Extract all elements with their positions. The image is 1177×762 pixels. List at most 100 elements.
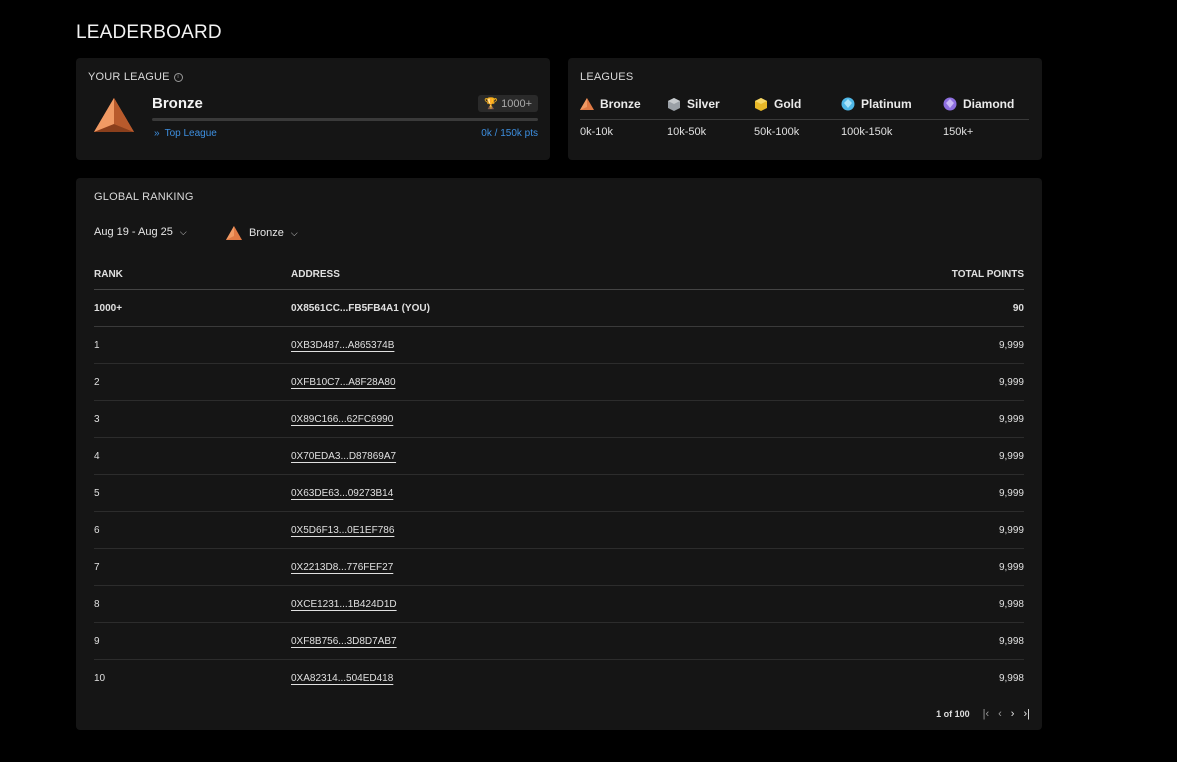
rank-badge: 🏆 1000+: [478, 95, 538, 112]
rank-cell: 2: [94, 376, 100, 388]
league-range: 0k-10k: [580, 126, 614, 138]
last-page-icon[interactable]: ›|: [1023, 708, 1030, 720]
address-link[interactable]: 0XA82314...504ED418: [291, 673, 393, 684]
bronze-league-icon: [226, 226, 242, 240]
ranking-table: RANK ADDRESS TOTAL POINTS 1000+ 0X8561CC…: [94, 260, 1024, 696]
points-cell: 9,999: [998, 413, 1024, 425]
date-range-dropdown[interactable]: Aug 19 - Aug 25 ⌵: [94, 226, 187, 238]
points-cell: 9,998: [998, 672, 1024, 684]
league-bronze: Bronze 0k-10k: [580, 96, 641, 138]
rank-cell: 1: [94, 339, 100, 351]
points-cell: 9,999: [998, 339, 1024, 351]
league-range: 50k-100k: [754, 126, 800, 138]
rank-cell: 3: [94, 413, 100, 425]
address-cell: 0XF8B756...3D8D7AB7: [291, 636, 864, 647]
address-cell: 0XCE1231...1B424D1D: [291, 599, 864, 610]
rank-cell: 1000+: [94, 302, 123, 314]
table-row: 10 0XA82314...504ED418 9,998: [94, 660, 1024, 696]
league-silver: Silver 10k-50k: [667, 96, 720, 138]
table-header: RANK ADDRESS TOTAL POINTS: [94, 260, 1024, 290]
info-icon[interactable]: i: [173, 72, 183, 82]
rank-cell: 7: [94, 561, 100, 573]
silver-league-icon: [668, 97, 680, 111]
league-progress-bar: [152, 118, 538, 121]
league-filter-value: Bronze: [249, 227, 284, 239]
address-cell: 0X89C166...62FC6990: [291, 414, 864, 425]
address-link[interactable]: 0XFB10C7...A8F28A80: [291, 377, 396, 388]
address-link[interactable]: 0X89C166...62FC6990: [291, 414, 393, 425]
league-name: Platinum: [861, 97, 912, 111]
global-ranking-label: GLOBAL RANKING: [94, 191, 194, 203]
table-row: 1 0XB3D487...A865374B 9,999: [94, 327, 1024, 364]
league-platinum: Platinum 100k-150k: [841, 96, 912, 138]
address-cell: 0X63DE63...09273B14: [291, 488, 864, 499]
column-header-address: ADDRESS: [291, 269, 340, 280]
address-link[interactable]: 0X2213D8...776FEF27: [291, 562, 393, 573]
leagues-label: LEAGUES: [580, 71, 634, 83]
pagination: 1 of 100 |‹ ‹ › ›|: [936, 708, 1030, 720]
league-name: Gold: [774, 97, 802, 111]
bronze-league-icon: [580, 98, 594, 110]
points-cell: 90: [1012, 302, 1024, 314]
double-chevron-right-icon: »: [154, 128, 160, 139]
points-cell: 9,998: [998, 598, 1024, 610]
previous-page-icon[interactable]: ‹: [998, 708, 1002, 720]
address-cell: 0XB3D487...A865374B: [291, 340, 864, 351]
league-range: 10k-50k: [667, 126, 707, 138]
rank-badge-value: 1000+: [501, 97, 532, 110]
rank-cell: 4: [94, 450, 100, 462]
points-cell: 9,999: [998, 450, 1024, 462]
table-row: 4 0X70EDA3...D87869A7 9,999: [94, 438, 1024, 475]
rank-cell: 6: [94, 524, 100, 536]
league-name: Diamond: [963, 97, 1015, 111]
league-range: 100k-150k: [841, 126, 893, 138]
address-link[interactable]: 0XCE1231...1B424D1D: [291, 599, 397, 610]
league-filter-dropdown[interactable]: Bronze ⌵: [226, 226, 298, 240]
league-name: Silver: [687, 97, 720, 111]
points-cell: 9,998: [998, 635, 1024, 647]
top-league-label: Top League: [164, 128, 217, 139]
first-page-icon[interactable]: |‹: [983, 708, 990, 720]
address-cell: 0X2213D8...776FEF27: [291, 562, 864, 573]
address-cell: 0X70EDA3...D87869A7: [291, 451, 864, 462]
gold-league-icon: [755, 97, 767, 111]
table-row: 8 0XCE1231...1B424D1D 9,998: [94, 586, 1024, 623]
page-title: LEADERBOARD: [76, 22, 222, 43]
your-league-header: YOUR LEAGUE i: [88, 71, 183, 83]
trophy-icon: 🏆: [484, 98, 499, 110]
address-cell: 0X8561CC...FB5FB4A1 (YOU): [291, 302, 430, 314]
points-cell: 9,999: [998, 524, 1024, 536]
table-row: 9 0XF8B756...3D8D7AB7 9,998: [94, 623, 1024, 660]
rank-cell: 10: [94, 672, 106, 684]
rank-cell: 9: [94, 635, 100, 647]
points-progress: 0k / 150k pts: [481, 128, 538, 139]
address-link[interactable]: 0X63DE63...09273B14: [291, 488, 393, 499]
rank-cell: 8: [94, 598, 100, 610]
your-league-label: YOUR LEAGUE: [88, 71, 170, 83]
pagination-text: 1 of 100: [936, 709, 970, 719]
table-row: 6 0X5D6F13...0E1EF786 9,999: [94, 512, 1024, 549]
address-cell: 0XA82314...504ED418: [291, 673, 864, 684]
address-link[interactable]: 0X70EDA3...D87869A7: [291, 451, 396, 462]
table-row-you: 1000+ 0X8561CC...FB5FB4A1 (YOU) 90: [94, 290, 1024, 327]
platinum-league-icon: [841, 97, 855, 111]
league-name: Bronze: [600, 97, 641, 111]
league-diamond: Diamond 150k+: [943, 96, 1014, 138]
address-cell: 0X5D6F13...0E1EF786: [291, 525, 864, 536]
table-row: 5 0X63DE63...09273B14 9,999: [94, 475, 1024, 512]
column-header-rank: RANK: [94, 269, 123, 280]
table-row: 3 0X89C166...62FC6990 9,999: [94, 401, 1024, 438]
global-ranking-card: GLOBAL RANKING Aug 19 - Aug 25 ⌵ Bronze …: [76, 178, 1042, 730]
date-range-value: Aug 19 - Aug 25: [94, 226, 173, 238]
leagues-card: LEAGUES Bronze 0k-10k Silver 10k-50k Gol…: [568, 58, 1042, 160]
points-cell: 9,999: [998, 487, 1024, 499]
bronze-league-icon: [94, 98, 134, 132]
table-row: 2 0XFB10C7...A8F28A80 9,999: [94, 364, 1024, 401]
address-link[interactable]: 0XF8B756...3D8D7AB7: [291, 636, 397, 647]
address-link[interactable]: 0X5D6F13...0E1EF786: [291, 525, 394, 536]
next-page-icon[interactable]: ›: [1011, 708, 1015, 720]
column-header-points: TOTAL POINTS: [951, 269, 1024, 280]
address-link[interactable]: 0XB3D487...A865374B: [291, 340, 394, 351]
rank-cell: 5: [94, 487, 100, 499]
top-league-link[interactable]: » Top League: [154, 128, 217, 139]
